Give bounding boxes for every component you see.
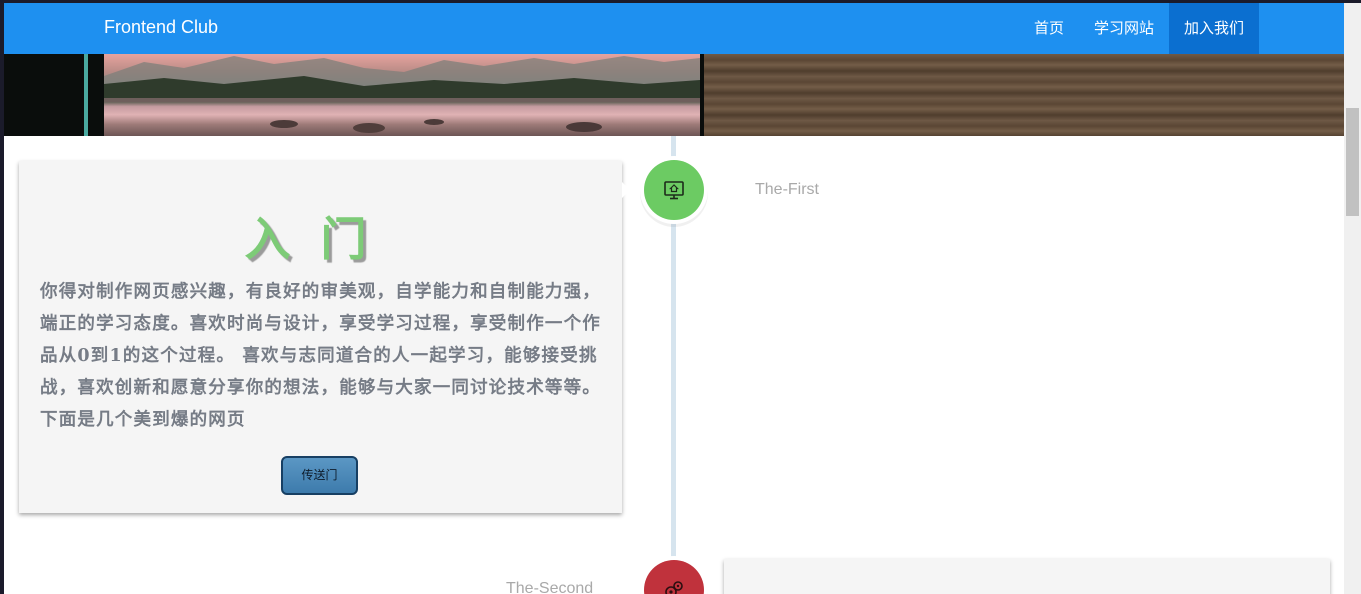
monitor-bezel-edge [84, 54, 88, 136]
brand-logo[interactable]: Frontend Club [104, 17, 218, 38]
card-title: 入门 [244, 212, 397, 266]
timeline-node-first [644, 160, 704, 220]
timeline-card-first: 入门 你得对制作网页感兴趣，有良好的审美观，自学能力和自制能力强，端正的学习态度… [19, 161, 622, 513]
scrollbar-thumb[interactable] [1346, 108, 1359, 216]
timeline-card-second [724, 559, 1330, 594]
portal-button[interactable]: 传送门 [281, 456, 358, 495]
nav-item-learning-sites[interactable]: 学习网站 [1079, 3, 1169, 54]
nav-item-join-us[interactable]: 加入我们 [1168, 3, 1259, 54]
step-label-first: The-First [755, 181, 819, 198]
card-description: 你得对制作网页感兴趣，有良好的审美观，自学能力和自制能力强，端正的学习态度。喜欢… [40, 282, 601, 430]
page-viewport: Frontend Club 首页 学习网站 加入我们 The-First 入门 … [4, 3, 1344, 594]
mountain-lake-scene [104, 56, 700, 133]
nav-menu: 首页 学习网站 加入我们 [1019, 3, 1259, 54]
timeline-node-second [644, 560, 704, 594]
step-label-second: The-Second [506, 580, 594, 594]
wood-background [704, 54, 1344, 136]
navbar: Frontend Club 首页 学习网站 加入我们 [4, 3, 1344, 54]
gears-icon [665, 581, 683, 594]
vertical-scrollbar[interactable] [1344, 3, 1361, 594]
card-pointer [622, 182, 630, 198]
nav-item-home[interactable]: 首页 [1019, 3, 1079, 54]
hero-banner-image [4, 54, 1344, 136]
monitor-home-icon [664, 181, 684, 200]
